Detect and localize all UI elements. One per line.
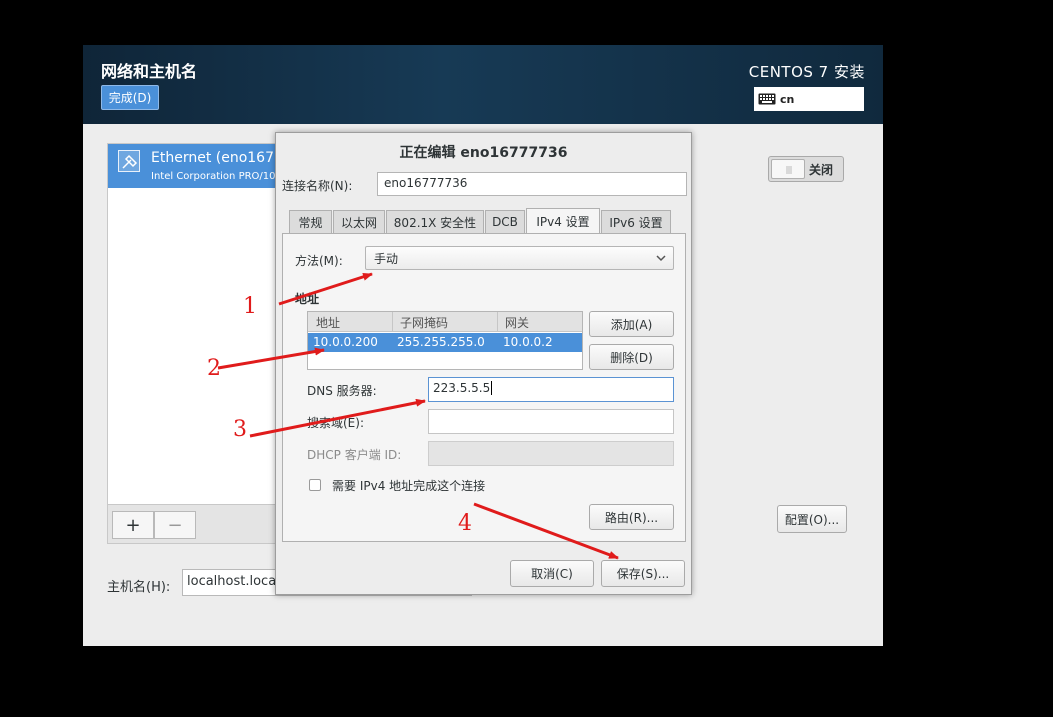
search-domains-input[interactable] [428, 409, 674, 434]
toggle-knob[interactable] [771, 159, 805, 179]
connection-name-input[interactable]: eno16777736 [377, 172, 687, 196]
cancel-button[interactable]: 取消(C) [510, 560, 594, 587]
tab-ipv4-settings[interactable]: IPv4 设置 [526, 208, 600, 233]
keyboard-layout-indicator[interactable]: cn [754, 87, 864, 111]
dns-servers-label: DNS 服务器: [307, 384, 377, 398]
device-description: Intel Corporation PRO/10 [151, 171, 276, 182]
address-table: 地址 子网掩码 网关 10.0.0.200 255.255.255.0 10.0… [307, 311, 583, 370]
ipv4-settings-panel: 方法(M): 手动 地址 地址 子网掩码 网关 10.0.0.200 255.2… [282, 233, 686, 542]
address-section-title: 地址 [295, 292, 320, 306]
dns-servers-input[interactable]: 223.5.5.5 [428, 377, 674, 402]
chevron-down-icon [655, 250, 667, 269]
cell-address[interactable]: 10.0.0.200 [313, 335, 378, 349]
tab-ipv6-settings[interactable]: IPv6 设置 [601, 210, 671, 233]
header-bar: 网络和主机名 完成(D) CENTOS 7 安装 cn [83, 45, 883, 124]
require-ipv4-label[interactable]: 需要 IPv4 地址完成这个连接 [332, 477, 485, 494]
tab-8021x-security[interactable]: 802.1X 安全性 [386, 210, 484, 233]
device-list-toolbar: + − [107, 504, 277, 544]
dialog-title: 正在编辑 eno16777736 [399, 145, 568, 161]
add-device-button[interactable]: + [112, 511, 154, 539]
device-list: Ethernet (eno167 Intel Corporation PRO/1… [107, 143, 277, 544]
search-domains-label: 搜索域(E): [307, 416, 364, 430]
column-divider [392, 312, 393, 332]
dhcp-client-id-input[interactable] [428, 441, 674, 466]
edit-connection-dialog: 正在编辑 eno16777736 连接名称(N): eno16777736 常规… [275, 132, 692, 595]
delete-address-button[interactable]: 删除(D) [589, 344, 674, 370]
method-value: 手动 [374, 252, 399, 266]
keyboard-icon [758, 93, 776, 105]
column-divider [497, 312, 498, 332]
toggle-label: 关闭 [809, 163, 834, 177]
keyboard-layout-label: cn [780, 92, 795, 106]
column-header-netmask: 子网掩码 [400, 316, 449, 330]
tab-ethernet[interactable]: 以太网 [333, 210, 385, 233]
cell-netmask[interactable]: 255.255.255.0 [397, 335, 485, 349]
tab-general[interactable]: 常规 [289, 210, 332, 233]
text-cursor [491, 381, 493, 395]
done-button[interactable]: 完成(D) [101, 85, 159, 110]
table-row[interactable]: 10.0.0.200 255.255.255.0 10.0.0.2 [308, 333, 582, 352]
add-address-button[interactable]: 添加(A) [589, 311, 674, 337]
method-select[interactable]: 手动 [365, 246, 674, 270]
device-list-item[interactable]: Ethernet (eno167 Intel Corporation PRO/1… [108, 144, 276, 188]
tab-dcb[interactable]: DCB [485, 210, 525, 233]
remove-device-button[interactable]: − [154, 511, 196, 539]
cell-gateway[interactable]: 10.0.0.2 [503, 335, 553, 349]
routes-button[interactable]: 路由(R)... [589, 504, 674, 530]
page-title: 网络和主机名 [101, 62, 198, 81]
hostname-label: 主机名(H): [107, 580, 171, 595]
product-title: CENTOS 7 安装 [748, 63, 865, 81]
method-label: 方法(M): [295, 254, 343, 268]
connection-toggle[interactable]: 关闭 [768, 156, 844, 182]
configure-button[interactable]: 配置(O)... [777, 505, 847, 533]
column-header-address: 地址 [316, 316, 341, 330]
device-name: Ethernet (eno167 [151, 150, 274, 166]
table-header: 地址 子网掩码 网关 [308, 312, 582, 332]
require-ipv4-checkbox[interactable] [309, 479, 321, 491]
column-header-gateway: 网关 [505, 316, 530, 330]
connection-name-label: 连接名称(N): [282, 179, 353, 193]
dns-servers-value: 223.5.5.5 [433, 381, 491, 395]
dhcp-client-id-label: DHCP 客户端 ID: [307, 448, 402, 462]
save-button[interactable]: 保存(S)... [601, 560, 685, 587]
network-icon [118, 150, 140, 172]
